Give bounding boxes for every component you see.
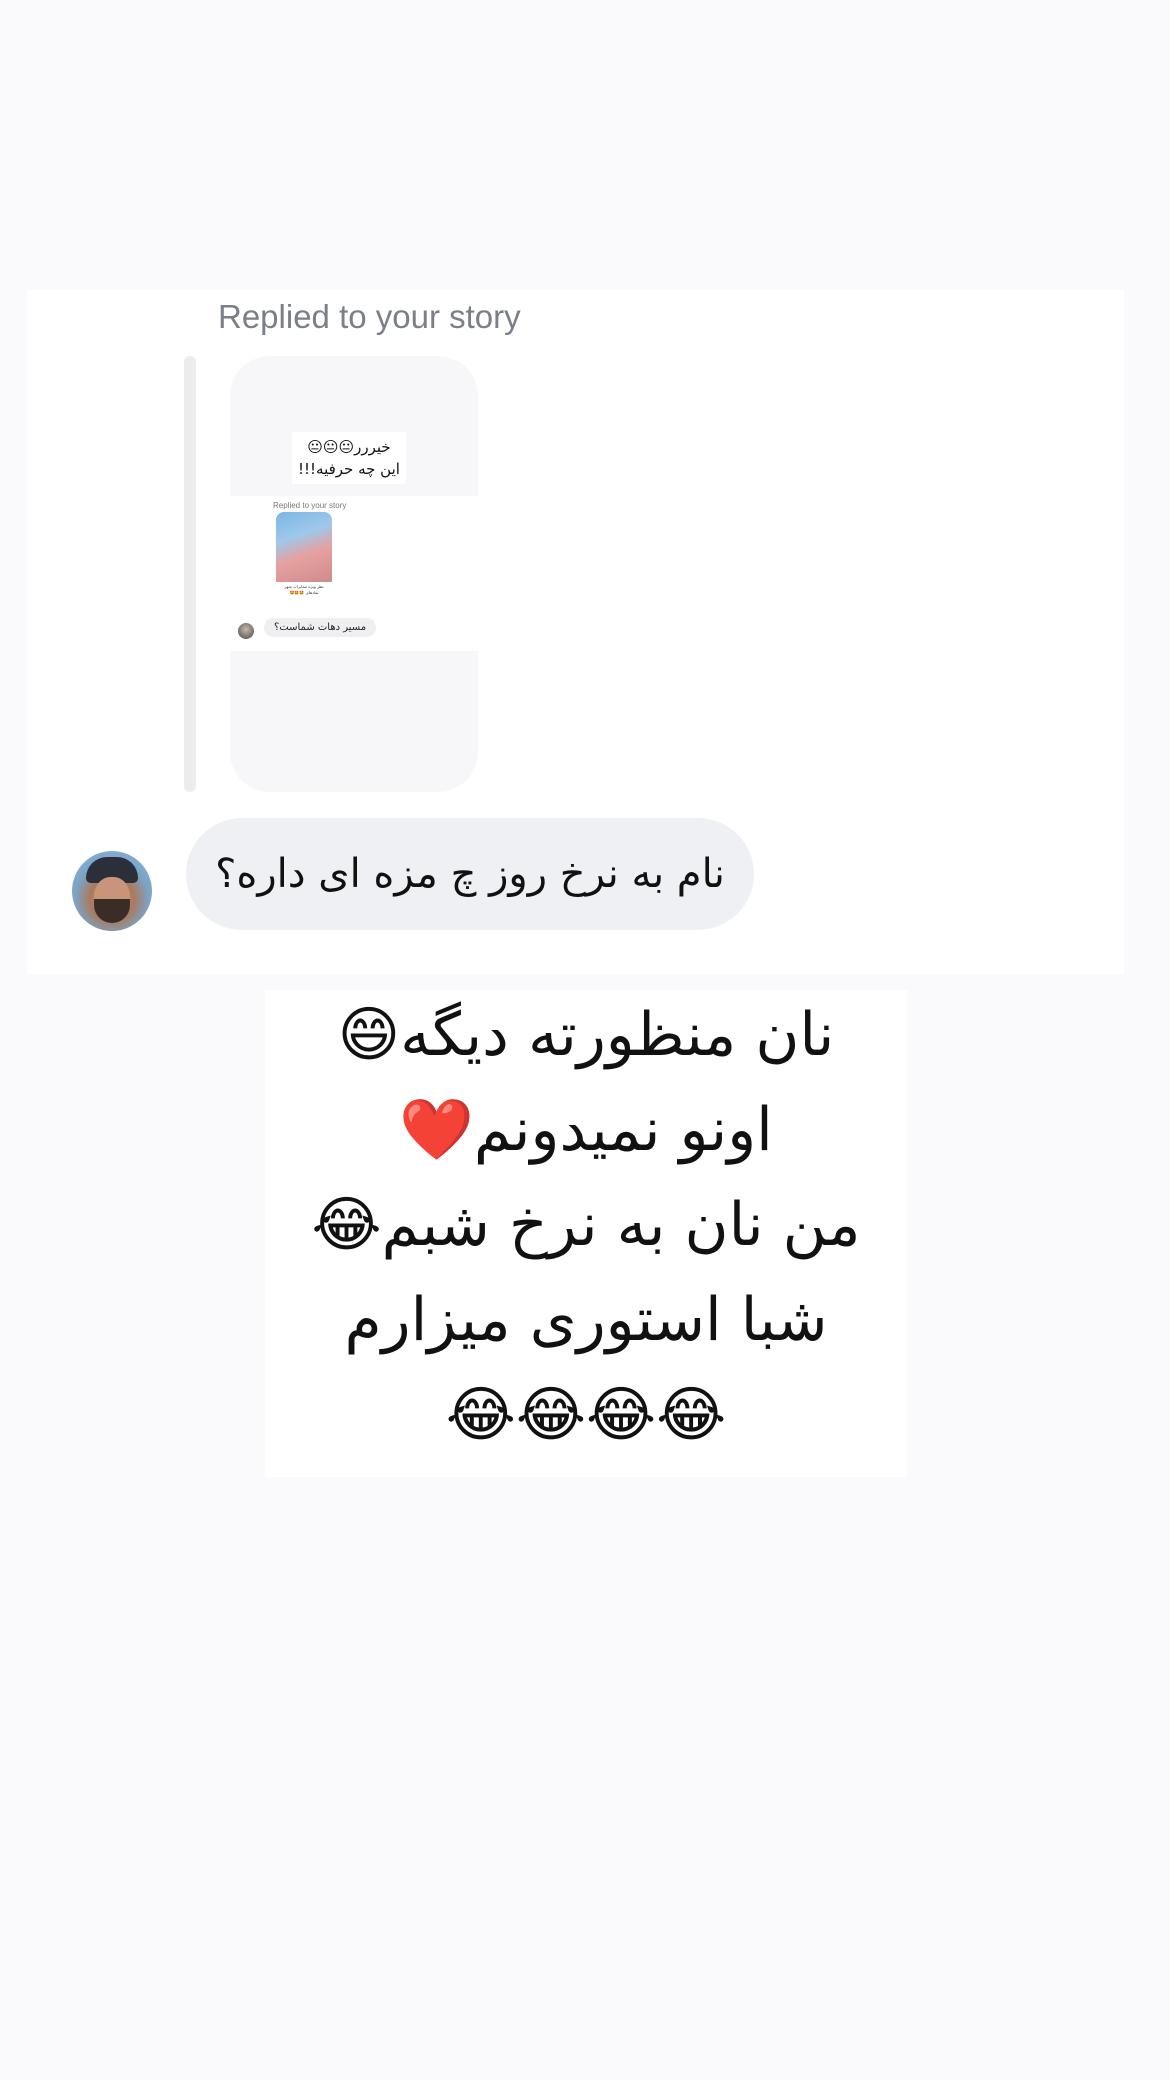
sticker-line-4: شبا استوری میزارم	[344, 1285, 828, 1355]
text-sticker: نان منظورته دیگه😄 اونو نمیدونم❤️ من نان …	[265, 990, 907, 1477]
story-preview-inner-thumb-text: نظر ویژه مخابرات شهر نمادهای 🤩🤩🤩	[284, 584, 324, 595]
sticker-line-3: من نان به نرخ شبم😂	[311, 1190, 861, 1260]
sticker-line-5: 😂😂😂😂	[445, 1380, 727, 1450]
story-preview-inner-image	[276, 512, 332, 582]
story-preview-caption: خیررر😐😐😐 این چه حرفیه!!!	[292, 432, 406, 484]
story-preview-inner-reply: مسیر دهات شماست؟	[264, 618, 377, 637]
avatar-beard	[94, 899, 130, 923]
story-preview-caption-line-2: این چه حرفیه!!!	[298, 460, 400, 478]
replied-to-story-label: Replied to your story	[218, 298, 521, 335]
sticker-line-1: نان منظورته دیگه😄	[337, 1000, 835, 1070]
sticker-line-2: اونو نمیدونم❤️	[399, 1095, 773, 1165]
story-preview-screenshot: Replied to your story نظر ویژه مخابرات ش…	[230, 496, 478, 651]
story-preview-caption-line-1: خیررر😐😐😐	[307, 438, 391, 456]
message-bubble[interactable]: نام به نرخ روز چ مزه ای داره؟	[186, 818, 754, 930]
story-preview-inner-thumbnail: نظر ویژه مخابرات شهر نمادهای 🤩🤩🤩	[276, 512, 332, 610]
story-preview-inner-avatar	[238, 623, 254, 639]
quote-bar	[184, 356, 196, 792]
story-preview[interactable]: خیررر😐😐😐 این چه حرفیه!!! Replied to your…	[230, 356, 478, 792]
sender-avatar[interactable]	[72, 851, 152, 931]
story-preview-inner-label: Replied to your story	[273, 501, 347, 510]
